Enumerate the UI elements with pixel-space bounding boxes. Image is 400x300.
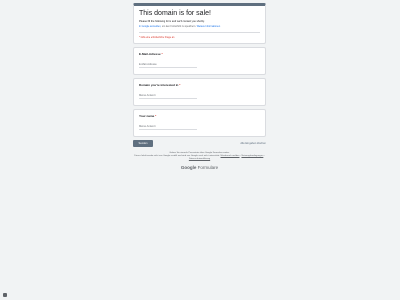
- google-wordmark: Google: [180, 164, 197, 170]
- form-header-card: This domain is for sale! Please fill the…: [133, 3, 266, 44]
- disclaimer: Dieser Inhalt wurde nicht von Google ers…: [134, 155, 265, 161]
- privacy-link[interactable]: Datenschutzerklärung: [189, 158, 210, 160]
- forms-wordmark: Formulare: [197, 164, 219, 170]
- more-info-link[interactable]: Weitere Informationen: [197, 25, 220, 28]
- question-domain: Domain you're interested in *: [133, 78, 266, 106]
- required-star: *: [161, 52, 163, 56]
- report-abuse-link[interactable]: Missbrauch melden: [221, 155, 240, 157]
- question-name: Your name *: [133, 109, 266, 137]
- question-label: E-Mail-Adresse *: [139, 52, 163, 56]
- submit-button[interactable]: Senden: [133, 140, 153, 147]
- google-forms-logo[interactable]: Google Formulare: [133, 165, 266, 170]
- terms-link[interactable]: Nutzungsbedingungen: [241, 155, 263, 157]
- form-footer: Geben Sie niemals Passwörter über Google…: [133, 152, 266, 170]
- required-star: *: [155, 114, 157, 118]
- form-title: This domain is for sale!: [139, 10, 211, 17]
- form-container: This domain is for sale! Please fill the…: [133, 3, 266, 170]
- question-label: Your name *: [139, 114, 157, 118]
- sign-in-link[interactable]: In Google anmelden: [139, 25, 161, 28]
- question-label: Domain you're interested in *: [139, 83, 181, 87]
- sign-in-text: , um den Fortschritt zu speichern.: [160, 25, 197, 28]
- required-star: *: [179, 83, 181, 87]
- question-email: E-Mail-Adresse *: [133, 47, 266, 75]
- required-note: * Gibt eine erforderliche Frage an: [139, 36, 175, 39]
- name-input[interactable]: [139, 124, 197, 130]
- report-icon[interactable]: [3, 293, 7, 297]
- email-input[interactable]: [139, 62, 197, 68]
- submit-row: Senden Alle Eingaben löschen: [133, 140, 266, 150]
- domain-input[interactable]: [139, 93, 197, 99]
- account-line: In Google anmelden, um den Fortschritt z…: [139, 25, 260, 33]
- clear-form-link[interactable]: Alle Eingaben löschen: [240, 142, 266, 145]
- form-description: Please fill the following form and we'll…: [139, 20, 205, 23]
